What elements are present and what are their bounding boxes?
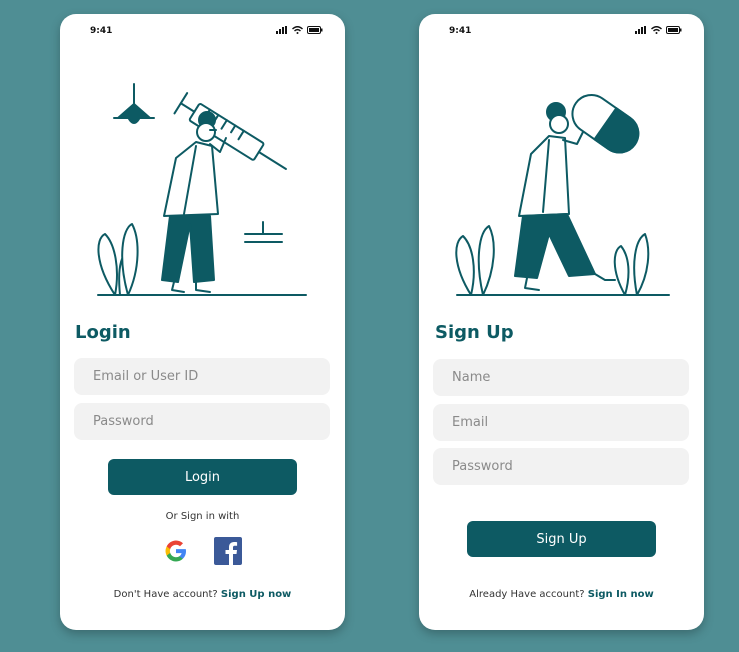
login-screen: 9:41 Login Email or User ID Login Or Sig… <box>60 14 345 630</box>
password-field[interactable] <box>74 403 330 440</box>
signup-link[interactable]: Sign Up now <box>221 589 291 600</box>
doctor-syringe-illustration <box>97 83 307 296</box>
wifi-icon <box>651 26 662 34</box>
facebook-icon[interactable] <box>214 537 242 565</box>
password-field[interactable] <box>433 448 689 485</box>
signup-button[interactable]: Sign Up <box>467 521 656 557</box>
status-time: 9:41 <box>449 26 472 36</box>
email-field[interactable] <box>74 358 330 395</box>
signal-icon <box>276 26 287 34</box>
signup-prompt: Don't Have account? Sign Up now <box>60 589 345 600</box>
login-button[interactable]: Login <box>108 459 297 495</box>
signup-prompt-text: Don't Have account? <box>113 589 218 600</box>
doctor-pill-illustration <box>455 94 670 296</box>
signin-link[interactable]: Sign In now <box>588 589 654 600</box>
status-time: 9:41 <box>90 26 113 36</box>
or-sign-in-label: Or Sign in with <box>165 511 240 522</box>
signal-icon <box>635 26 646 34</box>
signin-prompt: Already Have account? Sign In now <box>419 589 704 600</box>
signin-prompt-text: Already Have account? <box>469 589 585 600</box>
name-field[interactable] <box>433 359 689 396</box>
page-title: Sign Up <box>435 322 514 343</box>
status-icons <box>276 26 323 34</box>
email-field[interactable] <box>433 404 689 441</box>
google-icon[interactable] <box>162 537 190 565</box>
battery-icon <box>307 26 323 34</box>
page-title: Login <box>75 322 131 343</box>
signup-screen: 9:41 Sign Up Name Email Sign Up Already … <box>419 14 704 630</box>
battery-icon <box>666 26 682 34</box>
status-icons <box>635 26 682 34</box>
wifi-icon <box>292 26 303 34</box>
